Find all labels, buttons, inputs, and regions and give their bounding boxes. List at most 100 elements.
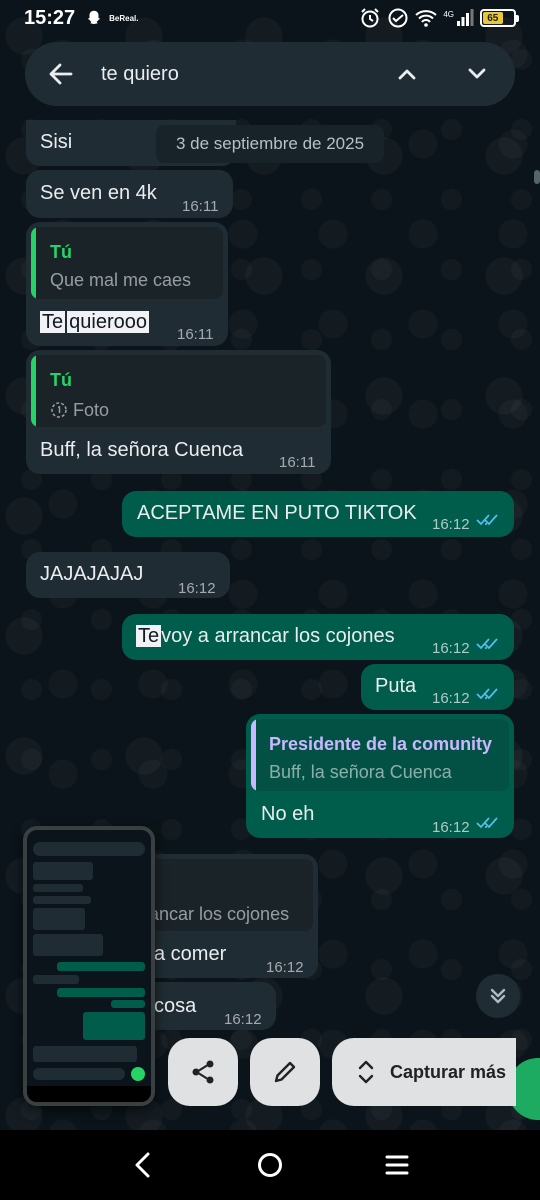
message-time: 16:12 [432,690,470,707]
back-chevron-icon [135,1152,150,1178]
search-highlight: Te [40,311,66,333]
next-result-button[interactable] [457,54,497,94]
alarm-icon [361,8,380,28]
edit-button[interactable] [250,1038,320,1106]
bereal-notification-label: BeReal. [109,13,139,23]
quote-bar [251,719,256,791]
quote-text: ancar los cojones [149,904,290,924]
screenshot-thumbnail[interactable] [23,826,155,1106]
message-bubble[interactable]: ACEPTAME EN PUTO TIKTOK 16:12 [122,491,514,537]
thumb-input-bar [33,1068,125,1080]
message-time: 16:12 [432,640,470,657]
message-bubble[interactable]: Te voy a arrancar los cojones 16:12 [122,614,514,660]
thumb-bubble [33,908,85,930]
message-text-rest: voy a arrancar los cojones [161,625,395,647]
previous-result-button[interactable] [387,54,427,94]
message-time: 16:12 [266,959,304,976]
view-once-photo-icon [51,402,67,418]
message-time: 16:12 [178,580,216,597]
message-text: No eh [261,803,315,825]
message-text: Se ven en 4k [40,182,157,204]
message-time: 16:12 [432,516,470,533]
arrow-left-icon [49,63,73,85]
search-bar: te quiero [25,42,515,106]
message-time: 16:11 [177,326,214,343]
read-receipt-icon [476,638,498,650]
thumb-bubble [33,862,93,880]
message-bubble[interactable]: Puta 16:12 [361,664,514,710]
quote-bar [31,355,36,427]
search-input[interactable]: te quiero [101,63,387,86]
wifi-icon [415,10,437,27]
battery-level: 65 [483,12,503,24]
status-right: 4G 65 [359,7,519,29]
status-time: 15:27 [24,6,76,29]
share-button[interactable] [168,1038,238,1106]
notification-icons: BeReal. [85,9,139,27]
message-bubble[interactable]: Se ven en 4k 16:11 [26,170,233,218]
nav-back-button[interactable] [118,1140,168,1190]
thumb-bubble [57,962,145,971]
chevron-down-icon [468,68,486,79]
message-bubble[interactable]: Tú Foto Buff, la señora Cuenca 16:11 [26,350,331,474]
message-text: cosa [154,995,197,1017]
quoted-message[interactable]: Tú Que mal me caes [31,227,223,299]
search-highlight: Te [136,625,162,647]
network-type-label: 4G [443,9,454,19]
message-time: 16:11 [279,454,316,471]
message-time: 16:12 [224,1011,262,1028]
message-text: a comer [154,943,227,965]
menu-lines-icon [385,1155,409,1175]
system-navigation-bar [0,1130,540,1200]
thumb-bubble [33,884,83,892]
quote-text: Buff, la señora Cuenca [269,762,452,782]
thumb-bubble [33,934,103,956]
capture-more-button[interactable]: Capturar más [332,1038,516,1106]
share-icon [192,1060,214,1084]
message-bubble[interactable]: JAJAJAJAJ 16:12 [26,552,230,598]
quoted-message[interactable]: Tú Foto [31,355,326,427]
date-chip: 3 de septiembre de 2025 [156,125,384,163]
message-text: ACEPTAME EN PUTO TIKTOK [137,502,417,524]
expand-vertical-icon [358,1060,374,1084]
quoted-message[interactable]: Presidente de la comunity Buff, la señor… [251,719,509,791]
snapchat-ghost-icon [87,10,101,24]
signal-icon [457,9,474,26]
nav-home-button[interactable] [245,1140,295,1190]
message-text: Buff, la señora Cuenca [40,439,244,461]
message-text: Te quierooo [40,310,149,334]
do-not-disturb-icon [388,8,408,28]
message-text: JAJAJAJAJ [40,563,144,585]
thumb-bubble [33,1046,137,1062]
battery-icon: 65 [480,9,519,27]
scroll-to-bottom-button[interactable] [476,974,520,1018]
quote-text: Foto [73,400,110,420]
read-receipt-icon [476,688,498,700]
thumb-mic-button [131,1067,145,1081]
thumb-bubble [33,975,79,984]
read-receipt-icon [476,817,498,829]
message-text: Sisi [40,131,73,153]
scrollbar[interactable] [534,170,540,184]
message-bubble[interactable]: Presidente de la comunity Buff, la señor… [246,714,514,838]
back-button[interactable] [41,54,81,94]
message-time: 16:12 [432,819,470,836]
quote-text: Que mal me caes [50,270,192,290]
thumb-bubble [57,988,145,997]
home-circle-icon [257,1153,282,1177]
capture-more-label: Capturar más [390,1061,507,1082]
thumb-bubble [111,1000,145,1008]
thumb-bubble [33,896,91,904]
quote-author: Tú [50,370,72,390]
thumb-bubble [83,1012,145,1040]
quote-author: Presidente de la comunity [269,734,493,754]
message-bubble[interactable]: Tú Que mal me caes Te quierooo 16:11 [26,222,228,346]
thumb-nav-bar [27,1086,151,1102]
message-text: Te voy a arrancar los cojones [136,624,395,648]
quote-author: Tú [50,242,72,262]
nav-recents-button[interactable] [372,1140,422,1190]
chevron-up-icon [398,69,416,80]
message-text-rest: quierooo [67,311,149,333]
message-time: 16:11 [182,198,219,215]
pencil-icon [274,1061,296,1083]
